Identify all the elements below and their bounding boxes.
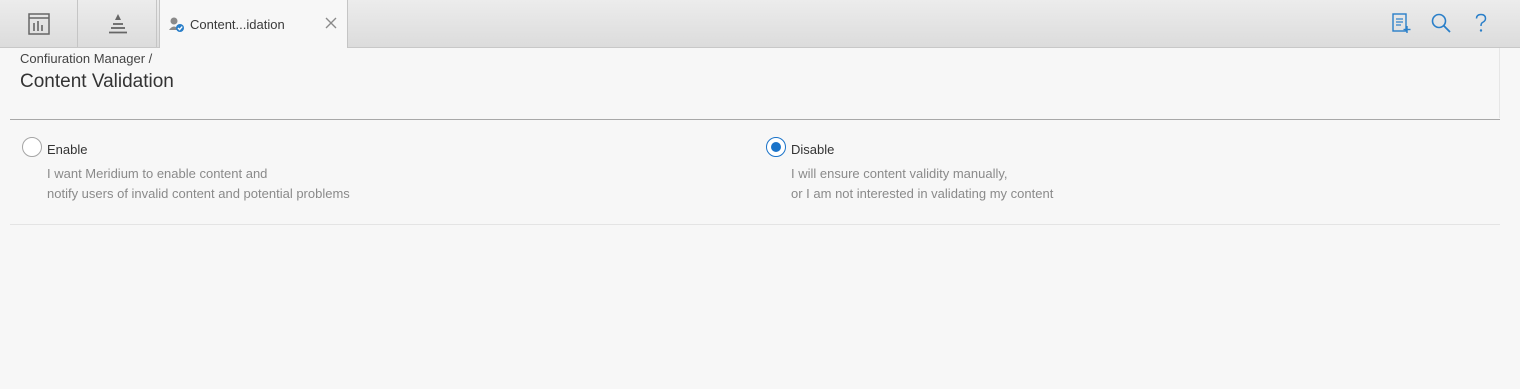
disable-label: Disable (791, 142, 835, 157)
breadcrumb[interactable]: Confiuration Manager / (20, 51, 152, 66)
enable-description: I want Meridium to enable content and no… (47, 164, 350, 204)
tab-bar: Content...idation (0, 0, 1520, 48)
disable-description: I will ensure content validity manually,… (791, 164, 1053, 204)
disable-description-line-1: I will ensure content validity manually, (791, 166, 1008, 181)
header-divider (1499, 48, 1500, 118)
enable-description-line-1: I want Meridium to enable content and (47, 166, 268, 181)
options-bottom-divider (10, 224, 1500, 225)
enable-description-line-2: notify users of invalid content and pote… (47, 186, 350, 201)
tab-dashboard[interactable] (0, 0, 78, 47)
dashboard-icon (27, 12, 50, 35)
help-icon[interactable] (1470, 12, 1492, 34)
close-icon[interactable] (323, 15, 339, 31)
tab-label: Content...idation (190, 16, 285, 32)
search-icon[interactable] (1430, 12, 1452, 34)
section-divider (10, 119, 1500, 120)
add-note-icon[interactable] (1390, 12, 1412, 34)
tab-hierarchy[interactable] (79, 0, 157, 47)
enable-radio[interactable] (22, 137, 42, 157)
tab-content-validation[interactable]: Content...idation (159, 0, 348, 48)
disable-description-line-2: or I am not interested in validating my … (791, 186, 1054, 201)
page-title: Content Validation (20, 71, 174, 92)
enable-label: Enable (47, 142, 88, 157)
content-validation-icon (169, 17, 184, 32)
disable-radio[interactable] (766, 137, 786, 157)
hierarchy-icon (108, 13, 127, 33)
